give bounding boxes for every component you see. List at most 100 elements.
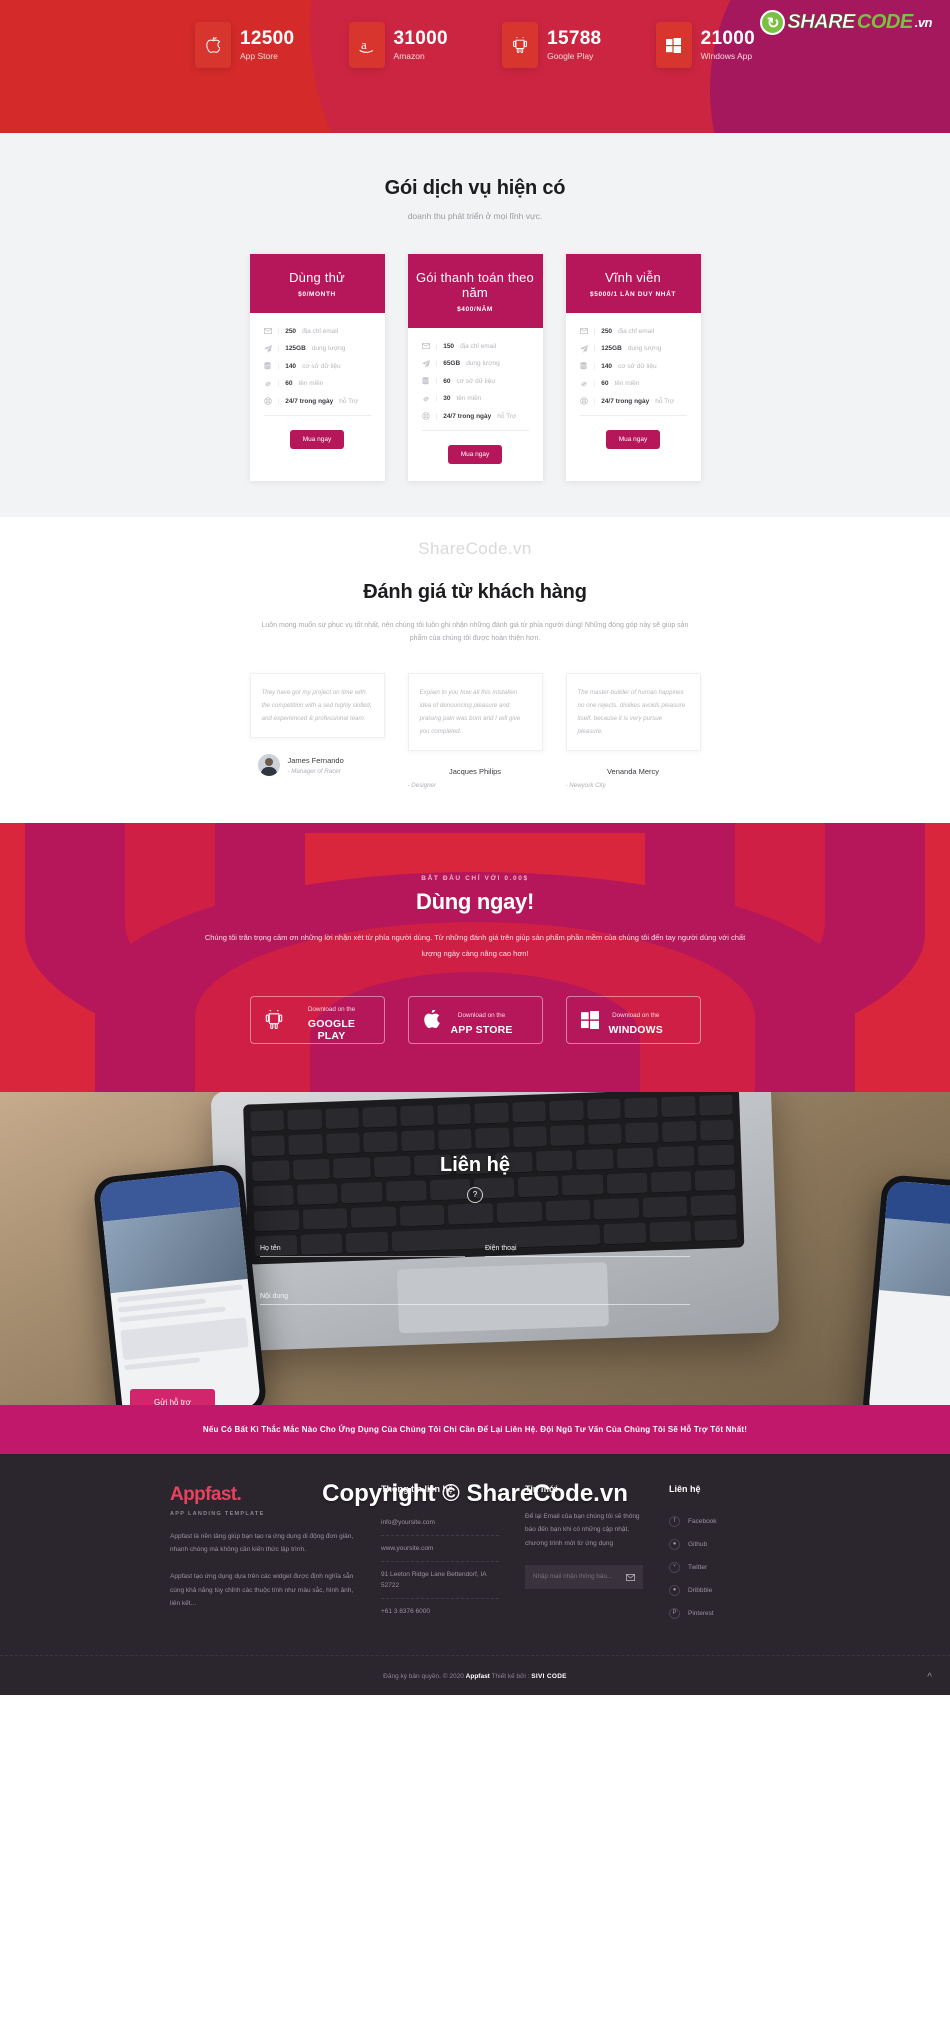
- footer-contact-phone[interactable]: +61 3 8376 6000: [381, 1599, 499, 1624]
- paper-plane-icon: [421, 359, 430, 368]
- pricing-card-footer: Mua ngay: [263, 414, 371, 466]
- cta-content: BẮT ĐẦU CHỈ VỚI 0.00$ Dùng ngay! Chúng t…: [0, 875, 950, 1044]
- testimonial-role: - Designer: [407, 782, 437, 790]
- footer-news-heading: Tin mới: [525, 1483, 558, 1494]
- database-icon: [422, 377, 430, 385]
- feature-value: 250: [601, 327, 613, 335]
- feature-separator: |: [593, 397, 596, 405]
- pricing-card-footer: Mua ngay: [579, 414, 687, 466]
- pricing-section: Gói dịch vụ hiện có doanh thu phát triển…: [0, 133, 950, 517]
- feature-text: cơ sở dữ liệu: [618, 362, 657, 370]
- footer-social-facebook[interactable]: f Facebook: [669, 1510, 769, 1533]
- footer: Appfast. APP LANDING TEMPLATE Appfast là…: [0, 1453, 950, 1695]
- stat-number: 31000: [393, 27, 448, 49]
- feature-row: | 60 tên miền: [264, 380, 371, 388]
- testimonial-name: James Fernando: [287, 755, 344, 765]
- footer-social-twitter[interactable]: ᵛ Twitter: [669, 1556, 769, 1579]
- footer-social-github[interactable]: ● Github: [669, 1533, 769, 1556]
- stat-label: Google Play: [547, 51, 594, 62]
- pricing-card[interactable]: Gói thanh toán theo năm $400/NĂM | 150 đ…: [407, 254, 543, 481]
- footer-social-heading: Liên hệ: [669, 1483, 701, 1494]
- feature-text: địa chỉ email: [618, 327, 655, 335]
- github-icon: ●: [669, 1538, 680, 1550]
- feature-value: 140: [601, 362, 613, 370]
- sharecode-share-text: SHARE: [787, 11, 856, 34]
- pricing-card[interactable]: Vĩnh viễn $5000/1 LẦN DUY NHẤT | 250 địa…: [565, 254, 701, 481]
- footer-copyright: Đăng ký bản quyền. © 2020 Appfast Thiết …: [0, 1656, 950, 1695]
- testimonial-card: The master-builder of human happines no …: [565, 673, 701, 789]
- testimonial-author: James Fernando - Manager of Racer: [250, 754, 385, 777]
- pricing-card-header: Gói thanh toán theo năm $400/NĂM: [407, 254, 543, 328]
- feature-text: tên miền: [614, 380, 640, 387]
- footer-contact-heading: Thông tin liên hệ: [381, 1483, 453, 1494]
- testimonial-quote: The master-builder of human happines no …: [565, 673, 701, 752]
- support-strip: Nếu Có Bất Kì Thắc Mắc Nào Cho Ứng Dụng …: [0, 1404, 950, 1454]
- testimonial-role: - Manager of Racer: [287, 767, 341, 775]
- feature-separator: |: [277, 345, 280, 352]
- paper-plane-icon: [263, 344, 272, 353]
- feature-value: 125GB: [601, 345, 622, 352]
- support-icon: [579, 397, 588, 405]
- feature-separator: |: [277, 362, 280, 370]
- feature-value: 140: [285, 362, 297, 370]
- feature-row: | 65GB dung lượng: [421, 359, 529, 368]
- avatar: [257, 754, 280, 777]
- pinterest-icon: P: [669, 1607, 680, 1619]
- dribbble-icon: ●: [669, 1584, 680, 1596]
- newsletter-email-input[interactable]: [533, 1573, 617, 1581]
- feature-value: 24/7 trong ngày: [443, 412, 492, 420]
- pricing-card[interactable]: Dùng thử $0/MONTH | 250 địa chỉ email | …: [249, 254, 385, 481]
- contact-form: Họ tên Điện thoại Nội dung Gửi hỗ trợ: [130, 1231, 690, 1405]
- pricing-cards: Dùng thử $0/MONTH | 250 địa chỉ email | …: [0, 254, 950, 481]
- pricing-title: Gói dịch vụ hiện có: [384, 177, 566, 199]
- buy-now-button[interactable]: Mua ngay: [605, 429, 661, 449]
- buy-now-button[interactable]: Mua ngay: [289, 429, 345, 449]
- contact-phone-input[interactable]: Điện thoại: [485, 1231, 690, 1257]
- feature-text: cơ sở dữ liệu: [302, 362, 341, 370]
- footer-contact-website[interactable]: www.yoursite.com: [381, 1536, 499, 1562]
- download-windows-button[interactable]: Download on the WINDOWS: [565, 995, 701, 1044]
- feature-value: 125GB: [285, 345, 306, 352]
- support-icon: [263, 397, 272, 405]
- footer-logo-app: App: [170, 1483, 206, 1505]
- feature-separator: |: [277, 327, 280, 335]
- footer-news-text: Để lại Email của bạn chúng tôi sẽ thông …: [525, 1512, 640, 1547]
- feature-row: | 140 cơ sở dữ liệu: [580, 362, 687, 370]
- feature-text: tên miền: [456, 395, 482, 402]
- feature-separator: |: [593, 362, 596, 370]
- landing-page: ↻ SHARECODE.vn 12500 App Store a 31000: [0, 0, 950, 1695]
- plan-price: $5000/1 LẦN DUY NHẤT: [590, 291, 676, 298]
- footer-about-p2: Appfast tạo ứng dụng dựa trên các widget…: [170, 1572, 354, 1608]
- download-app-store-button[interactable]: Download on the APP STORE: [407, 995, 543, 1044]
- download-google-play-button[interactable]: Download on the GOOGLE PLAY: [249, 995, 385, 1044]
- contact-message-input[interactable]: Nội dung: [260, 1279, 690, 1305]
- footer-contact-email[interactable]: info@yoursite.com: [381, 1510, 499, 1536]
- pricing-card-header: Vĩnh viễn $5000/1 LẦN DUY NHẤT: [565, 254, 701, 313]
- newsletter-input-wrap[interactable]: [525, 1564, 643, 1589]
- cta-description: Chúng tôi trân trọng cảm ơn những lời nh…: [204, 933, 746, 958]
- footer-copyright-mid: Thiết kế bởi :: [491, 1672, 530, 1680]
- buy-now-button[interactable]: Mua ngay: [447, 444, 503, 464]
- feature-text: cơ sở dữ liệu: [456, 377, 495, 385]
- cta-title: Dùng ngay!: [416, 889, 534, 915]
- stat-label: App Store: [240, 51, 278, 62]
- feature-value: 150: [443, 342, 455, 350]
- pricing-features: | 150 địa chỉ email | 65GB dung lượng | …: [408, 328, 543, 420]
- footer-social-dribbble[interactable]: ● Dribbble: [669, 1579, 769, 1602]
- footer-logo-subtitle: APP LANDING TEMPLATE: [170, 1510, 265, 1517]
- footer-contact-column: Thông tin liên hệ info@yoursite.com www.…: [381, 1484, 499, 1625]
- stats-list: 12500 App Store a 31000 Amazon 15788 Goo…: [195, 0, 755, 68]
- feature-text: dung lượng: [466, 360, 500, 367]
- contact-submit-button[interactable]: Gửi hỗ trợ: [130, 1388, 215, 1405]
- contact-name-input[interactable]: Họ tên: [260, 1231, 465, 1257]
- feature-value: 60: [285, 380, 293, 387]
- feature-row: | 24/7 trong ngày hỗ Trợ: [421, 412, 529, 420]
- feature-text: dung lượng: [627, 345, 662, 352]
- pricing-card-footer: Mua ngay: [421, 429, 529, 481]
- facebook-icon: f: [669, 1515, 680, 1527]
- chevron-up-icon[interactable]: ^: [927, 1672, 932, 1683]
- footer-news-column: Tin mới Để lại Email của bạn chúng tôi s…: [525, 1484, 643, 1625]
- footer-copyright-brand: Appfast: [465, 1672, 490, 1680]
- download-big-label: GOOGLE PLAY: [307, 1017, 356, 1042]
- footer-social-pinterest[interactable]: P Pinterest: [669, 1602, 769, 1625]
